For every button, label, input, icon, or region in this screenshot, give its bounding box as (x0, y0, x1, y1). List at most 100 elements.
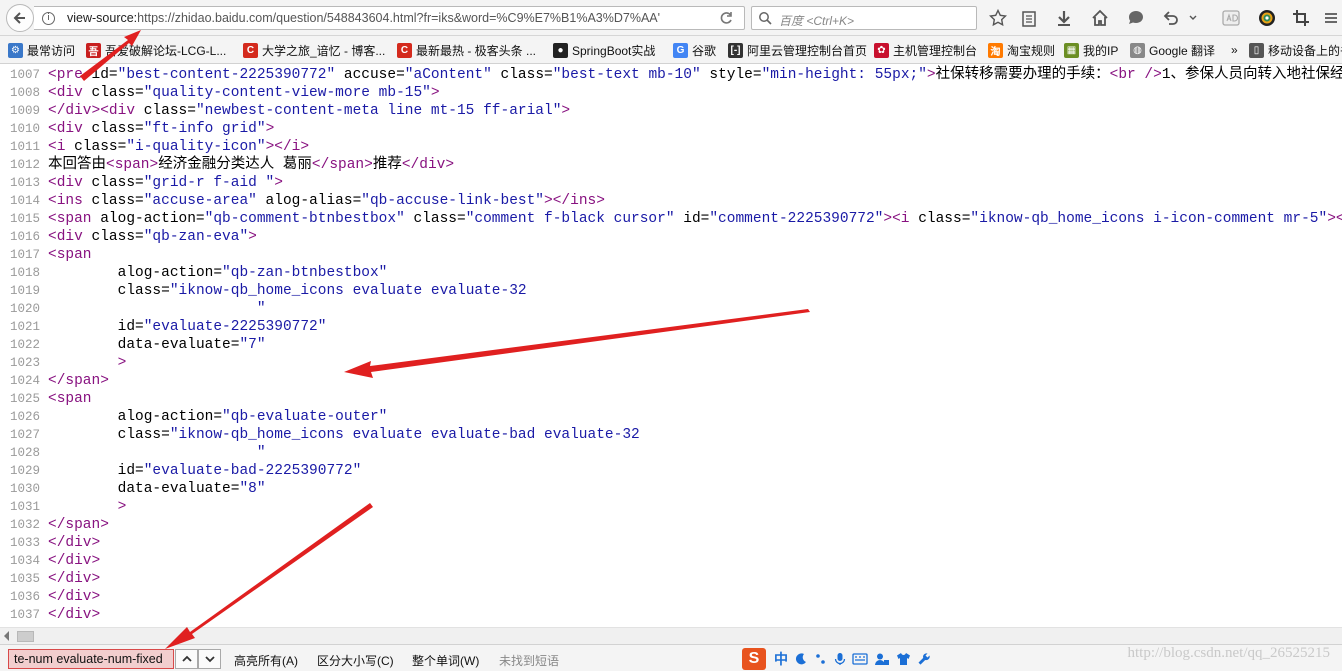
search-icon (759, 12, 772, 25)
line-number: 1032 (9, 518, 40, 532)
overflow-menu-button[interactable] (1322, 7, 1340, 29)
html-tag-token: > (248, 229, 257, 245)
reload-button[interactable] (718, 10, 734, 26)
bookmark-item[interactable]: G 谷歌 (673, 41, 716, 59)
view-source-panel[interactable]: 1007 <pre id="best-content-2225390772" ac… (0, 64, 1342, 627)
adblock-button[interactable] (1220, 7, 1242, 29)
undo-dropdown-button[interactable] (1187, 7, 1199, 29)
horizontal-scrollbar[interactable] (0, 627, 1342, 644)
text-token: 本回答由 (48, 157, 106, 173)
html-tag-token: <div (48, 229, 92, 245)
source-line: 1007 <pre id="best-content-2225390772" ac… (0, 66, 1342, 84)
microphone-icon[interactable] (834, 648, 846, 670)
home-button[interactable] (1089, 7, 1111, 29)
line-number: 1023 (9, 356, 40, 370)
clipboard-icon (1022, 11, 1036, 27)
attribute-value-token: "evaluate-2225390772" (143, 319, 327, 335)
attribute-name-token: alog-alias= (256, 193, 362, 209)
text-token: 推荐 (372, 157, 402, 173)
attribute-value-token: " (117, 445, 266, 461)
downloads-button[interactable] (1053, 7, 1075, 29)
source-line: 1018 alog-action="qb-zan-btnbestbox" (0, 264, 1342, 282)
html-tag-token: <div (48, 121, 92, 137)
line-number: 1020 (9, 302, 40, 316)
bookmark-item[interactable]: ▯ 移动设备上的书 (1249, 41, 1342, 59)
attribute-name-token: class= (91, 193, 144, 209)
bookmark-item[interactable]: ✿ 主机管理控制台 (874, 41, 977, 59)
line-number: 1015 (9, 212, 40, 226)
source-line: 1014 <ins class="accuse-area" alog-alias=… (0, 192, 1342, 210)
bookmark-item[interactable]: 吾吾爱破解论坛-LCG-L... (86, 41, 226, 59)
color-picker-button[interactable] (1256, 7, 1278, 29)
attribute-value-token: "iknow-qb_home_icons i-icon-comment mr-5… (970, 211, 1328, 227)
html-tag-token: </span> (311, 157, 373, 173)
attribute-value-token: "qb-accuse-link-best" (361, 193, 545, 209)
sogou-ime-logo-icon[interactable]: S (742, 648, 766, 670)
html-tag-token: <br /> (1109, 67, 1162, 83)
html-tag-token: </div> (48, 535, 101, 551)
scrollbar-thumb[interactable] (17, 631, 34, 642)
line-number: 1008 (9, 86, 40, 100)
wrench-icon[interactable] (917, 648, 931, 670)
bookmark-item[interactable]: ◍ Google 翻译 (1130, 41, 1215, 59)
undo-close-tab-button[interactable] (1160, 7, 1182, 29)
html-tag-token: <div (48, 175, 92, 191)
back-arrow-icon (13, 12, 25, 24)
user-icon[interactable] (874, 648, 890, 670)
bookmark-item[interactable]: C 最新最热 - 极客头条 ... (397, 41, 536, 59)
moon-icon[interactable] (794, 648, 808, 670)
star-icon (989, 9, 1007, 27)
bookmark-item[interactable]: ⚙ 最常访问 (8, 41, 75, 59)
url-bar[interactable]: i view-source:https://zhidao.baidu.com/q… (34, 6, 745, 30)
bookmark-label: SpringBoot实战 (572, 43, 656, 58)
bookmark-item[interactable]: C 大学之旅_谙忆 - 博客... (243, 41, 385, 59)
bookmark-label: 最常访问 (27, 43, 76, 58)
line-number: 1018 (9, 266, 40, 280)
back-button[interactable] (6, 4, 34, 32)
find-next-button[interactable] (198, 649, 221, 669)
search-bar[interactable]: 百度 <Ctrl+K> (751, 6, 977, 30)
chat-button[interactable] (1125, 7, 1147, 29)
navigation-toolbar: i view-source:https://zhidao.baidu.com/q… (0, 0, 1342, 36)
attribute-value-token: "ft-info grid" (143, 121, 266, 137)
skin-shirt-icon[interactable] (896, 648, 911, 670)
highlight-all-toggle[interactable]: 高亮所有(A) (234, 652, 298, 669)
ime-language-toggle[interactable]: 中 (774, 648, 788, 670)
attribute-value-token: "iknow-qb_home_icons evaluate evaluate-3… (169, 283, 527, 299)
bookmark-star-button[interactable] (987, 7, 1009, 29)
bookmark-item[interactable]: ● SpringBoot实战 (553, 41, 655, 59)
punctuation-icon[interactable] (814, 648, 828, 670)
huawei-icon: ✿ (874, 42, 889, 58)
bookmarks-menu-button[interactable] (1018, 7, 1040, 29)
bookmark-item[interactable]: ▦ 我的IP (1064, 41, 1118, 59)
find-previous-button[interactable] (175, 649, 198, 669)
attribute-name-token: accuse= (335, 67, 405, 83)
bookmark-item[interactable]: 淘淘宝规则 (988, 41, 1055, 59)
source-line: 1020 " (0, 300, 1342, 318)
screenshot-crop-button[interactable] (1290, 7, 1312, 29)
keyboard-icon[interactable] (852, 648, 868, 670)
globe-icon: ◍ (1130, 42, 1145, 58)
info-icon[interactable]: i (42, 12, 55, 25)
line-number: 1031 (9, 500, 40, 514)
attribute-name-token: class= (404, 211, 466, 227)
html-tag-token: <i (48, 139, 75, 155)
bookmark-item[interactable]: [-] 阿里云管理控制台首页 (728, 41, 867, 59)
match-case-toggle[interactable]: 区分大小写(C) (317, 652, 394, 669)
source-line: 1010 <div class="ft-info grid"> (0, 120, 1342, 138)
attribute-value-token: "8" (239, 481, 266, 497)
attribute-value-token: "qb-zan-btnbestbox" (222, 265, 388, 281)
bookmarks-overflow-chevron-icon[interactable]: » (1231, 41, 1238, 59)
whole-words-toggle[interactable]: 整个单词(W) (412, 652, 479, 669)
line-number: 1030 (9, 482, 40, 496)
attribute-name-token: class= (91, 85, 144, 101)
find-input[interactable]: te-num evaluate-num-fixed (8, 649, 174, 669)
ime-toolbar[interactable]: S 中 (742, 648, 947, 670)
line-number: 1011 (9, 140, 40, 154)
url-text[interactable]: view-source:https://zhidao.baidu.com/que… (67, 11, 717, 25)
line-number: 1034 (9, 554, 40, 568)
scroll-left-arrow-icon[interactable] (4, 631, 9, 641)
source-line: 1023 > (0, 354, 1342, 372)
